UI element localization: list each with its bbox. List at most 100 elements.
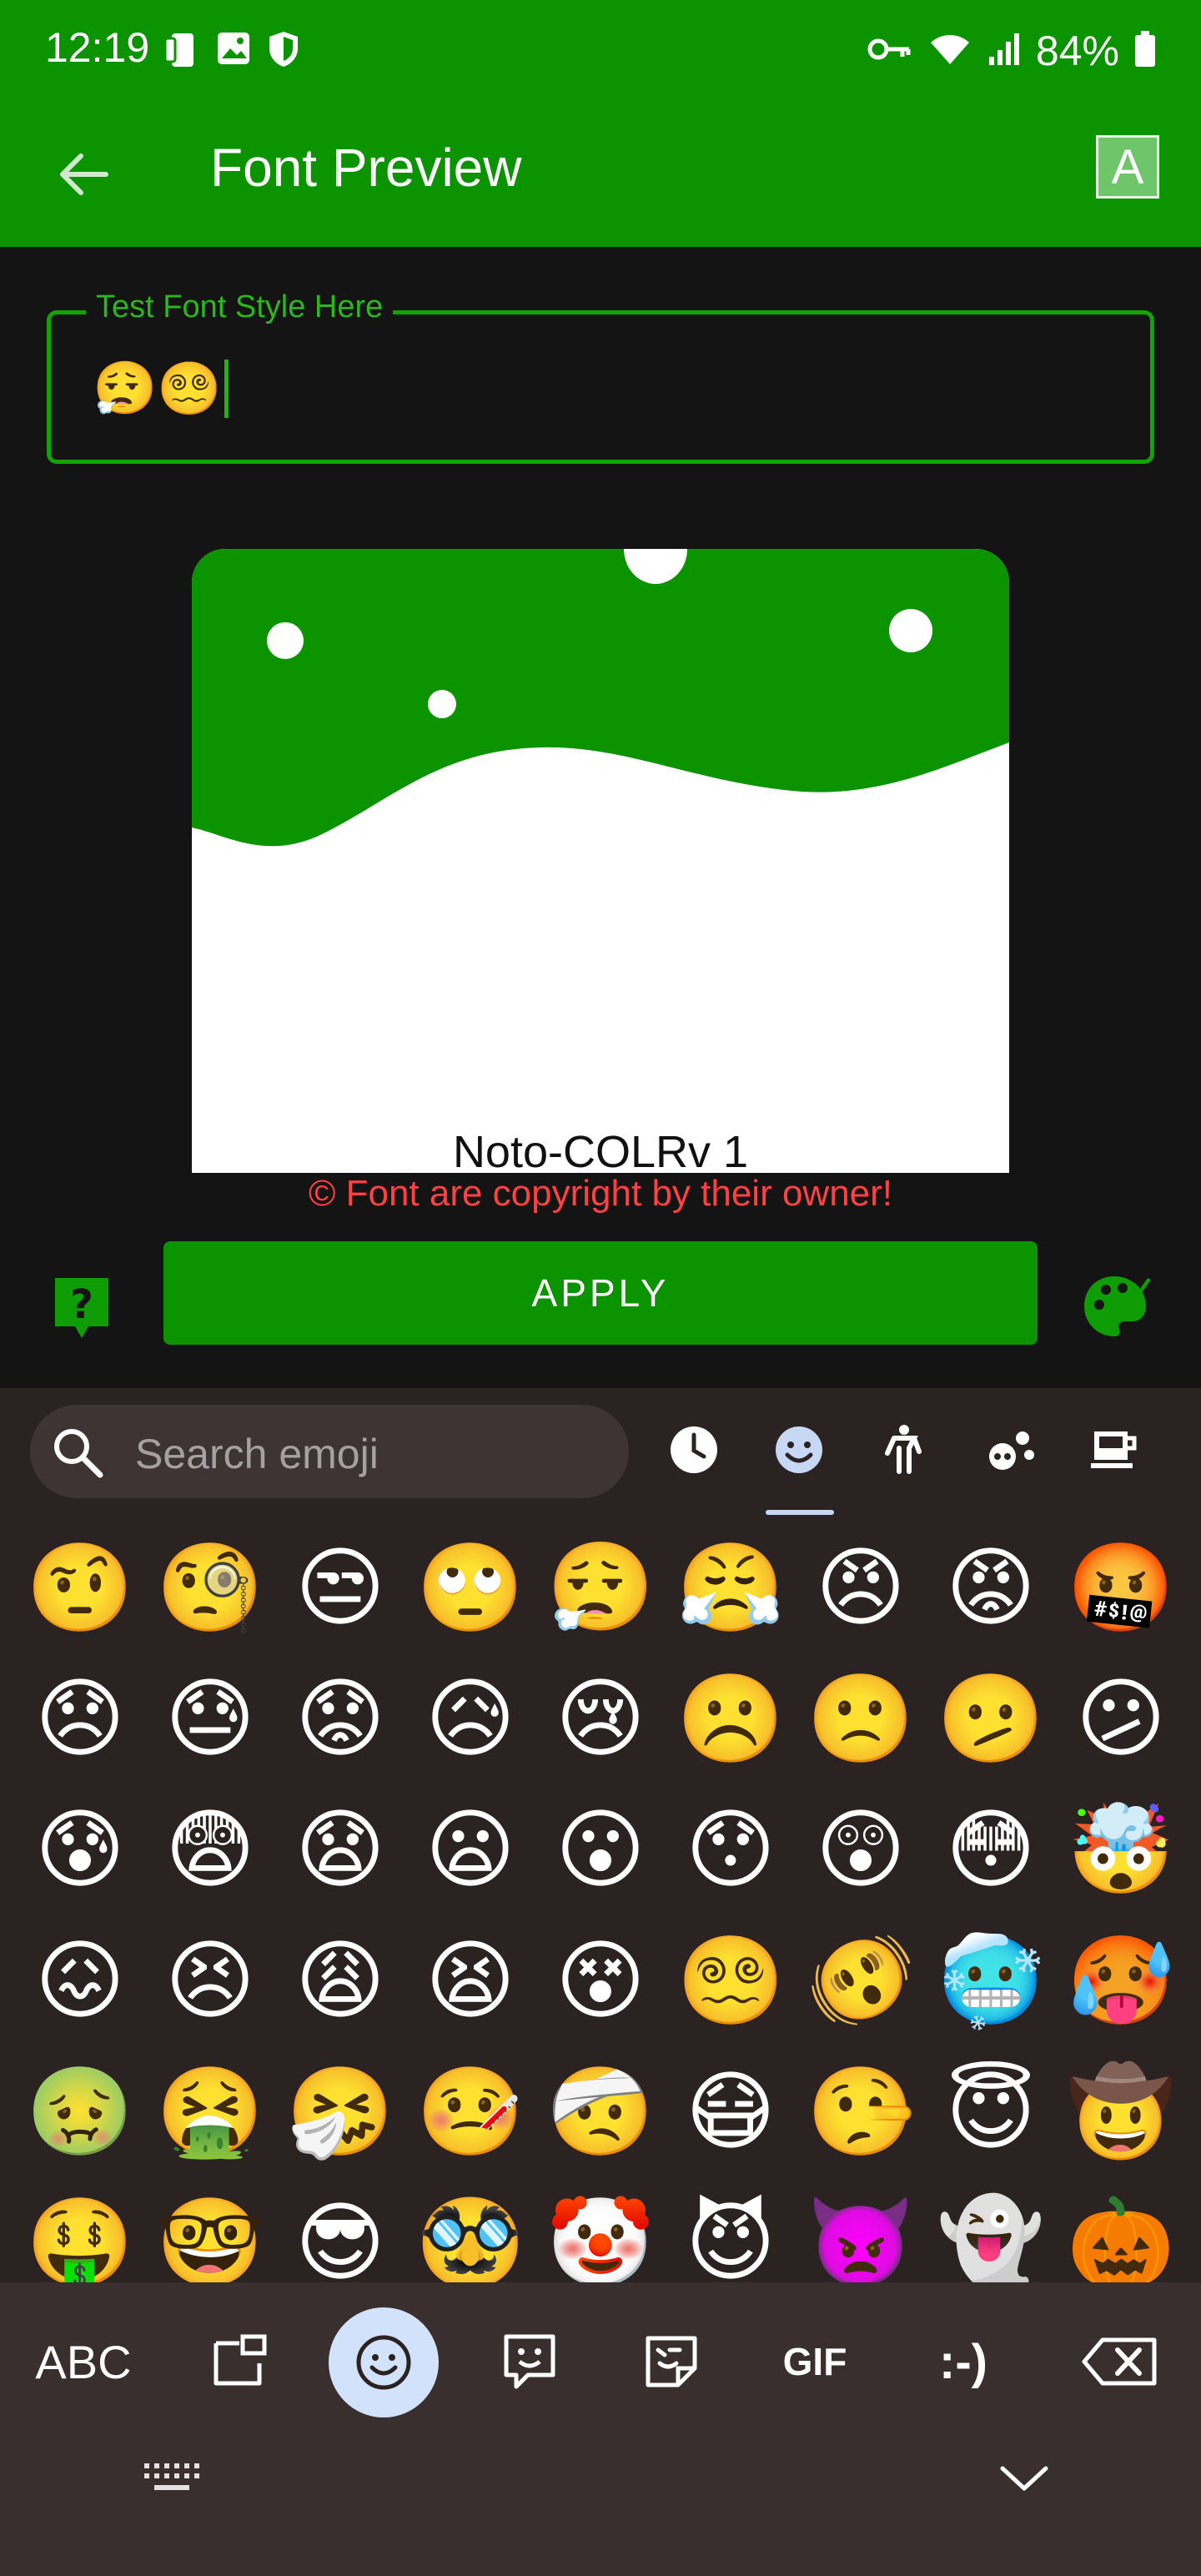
apply-button[interactable]: APPLY: [163, 1241, 1038, 1345]
abc-key[interactable]: ABC: [25, 2316, 142, 2407]
category-people-tab[interactable]: [871, 1416, 937, 1483]
emoji-key[interactable]: 🙄: [405, 1522, 535, 1653]
emoji-keyboard: Search emoji 🤨 🧐 😒 🙄 😮‍💨 😤 😠 😡 🤬 😞 😓 😟 😥 😢 ☹️ 🙁 🫤 😕 😰 😨 😧 😦 😮 😯…: [0, 1388, 1201, 2576]
emoji-key[interactable]: 😢: [535, 1653, 666, 1784]
content-area: Test Font Style Here 😮‍💨😵‍💫 Noto-COLRv 1…: [0, 247, 1201, 1388]
emoji-key[interactable]: 🤠: [1056, 2045, 1186, 2176]
emoji-key[interactable]: 😫: [405, 1914, 535, 2045]
emoji-key[interactable]: 😮: [535, 1784, 666, 1914]
emoji-key[interactable]: 🫤: [926, 1653, 1056, 1784]
emoji-grid: 🤨 🧐 😒 🙄 😮‍💨 😤 😠 😡 🤬 😞 😓 😟 😥 😢 ☹️ 🙁 🫤 😕 😰 😨 😧 😦 😮 😯 😲 😳 🤯 😖 😣 😩 😫 😵 😵‍💫 🫨 🥶…: [0, 1522, 1201, 2307]
category-recent-tab[interactable]: [661, 1416, 727, 1483]
emoji-key[interactable]: 🥶: [926, 1914, 1056, 2045]
clipboard-key[interactable]: [193, 2316, 285, 2407]
smiley-icon: [776, 1426, 822, 1473]
emoji-key[interactable]: 😦: [405, 1784, 535, 1914]
emoticon-key[interactable]: :-): [917, 2316, 1009, 2407]
signal-icon: [987, 32, 1021, 70]
emoji-key[interactable]: 😓: [145, 1653, 275, 1784]
emoji-key[interactable]: 😟: [275, 1653, 405, 1784]
sticker-pack-icon: [646, 2336, 697, 2387]
category-smiley-tab[interactable]: [766, 1416, 832, 1483]
hide-keyboard-key[interactable]: [991, 2449, 1058, 2508]
emoji-key[interactable]: 🤧: [275, 2045, 405, 2176]
test-font-label: Test Font Style Here: [86, 289, 394, 325]
emoji-key[interactable]: 😵: [535, 1914, 666, 2045]
status-bar: 12:19 84%: [0, 0, 1201, 103]
emoji-key[interactable]: 🙁: [796, 1653, 926, 1784]
sticker-key[interactable]: [484, 2316, 575, 2407]
preview-wave-illustration: [192, 549, 1009, 847]
emoji-key[interactable]: 😥: [405, 1653, 535, 1784]
sticker-pack-key[interactable]: [626, 2316, 717, 2407]
copyright-notice: © Font are copyright by their owner!: [308, 1173, 893, 1214]
emoji-key[interactable]: 😳: [926, 1784, 1056, 1914]
people-icon: [885, 1425, 922, 1474]
emoji-key[interactable]: 😞: [15, 1653, 145, 1784]
vpn-key-icon: [867, 37, 912, 65]
emoji-key[interactable]: 😠: [796, 1522, 926, 1653]
status-icons-left: [163, 30, 300, 73]
category-food-tab[interactable]: [1081, 1416, 1148, 1483]
status-time: 12:19: [45, 24, 150, 71]
keyboard-switch-key[interactable]: [138, 2449, 205, 2508]
text-caret: [224, 360, 229, 418]
emoji-key[interactable]: 😨: [145, 1784, 275, 1914]
shield-icon: [267, 30, 300, 73]
emoji-key[interactable]: 🤢: [15, 2045, 145, 2176]
help-button[interactable]: ?: [52, 1275, 112, 1341]
emoji-search-placeholder: Search emoji: [135, 1431, 379, 1477]
search-icon: [54, 1429, 103, 1478]
gallery-icon: [215, 30, 252, 73]
category-animals-tab[interactable]: [976, 1416, 1043, 1483]
emoji-key[interactable]: 😒: [275, 1522, 405, 1653]
test-font-value-wrap: 😮‍💨😵‍💫: [93, 358, 229, 420]
emoji-key[interactable]: 🤥: [796, 2045, 926, 2176]
chevron-down-icon: [1000, 2466, 1048, 2491]
emoji-key[interactable]: 😕: [1056, 1653, 1186, 1784]
recent-icon: [671, 1426, 717, 1473]
emoji-key[interactable]: 😩: [275, 1914, 405, 2045]
emoji-key[interactable]: 🧐: [145, 1522, 275, 1653]
backspace-key[interactable]: [1071, 2316, 1171, 2407]
emoji-key[interactable]: 😡: [926, 1522, 1056, 1653]
emoji-key[interactable]: [329, 2307, 439, 2418]
emoji-key[interactable]: 🤕: [535, 2045, 666, 2176]
emoji-key[interactable]: 😇: [926, 2045, 1056, 2176]
emoji-key[interactable]: 😯: [666, 1784, 796, 1914]
emoji-key[interactable]: 😮‍💨: [535, 1522, 666, 1653]
gif-key[interactable]: GIF: [769, 2316, 861, 2407]
food-icon: [1091, 1431, 1137, 1468]
emoji-key[interactable]: 🤒: [405, 2045, 535, 2176]
backspace-icon: [1082, 2337, 1157, 2386]
emoji-key[interactable]: 🥵: [1056, 1914, 1186, 2045]
back-button[interactable]: [45, 137, 120, 212]
emoji-key[interactable]: 😧: [275, 1784, 405, 1914]
emoji-key[interactable]: 😤: [666, 1522, 796, 1653]
emoji-key[interactable]: 😷: [666, 2045, 796, 2176]
emoji-key[interactable]: 🤯: [1056, 1784, 1186, 1914]
font-preview-card: Noto-COLRv 1: [192, 549, 1009, 1173]
theme-palette-button[interactable]: [1081, 1273, 1154, 1340]
emoji-key[interactable]: ☹️: [666, 1653, 796, 1784]
battery-icon: [1134, 31, 1156, 71]
battery-percent: 84%: [1035, 28, 1119, 74]
help-icon: ?: [55, 1278, 108, 1338]
emoji-search-input[interactable]: Search emoji: [30, 1405, 629, 1498]
phone-link-icon: [163, 30, 200, 73]
active-category-indicator: [766, 1510, 834, 1515]
emoji-key[interactable]: 🤮: [145, 2045, 275, 2176]
emoji-key[interactable]: 🤬: [1056, 1522, 1186, 1653]
palette-icon: [1084, 1276, 1151, 1336]
emoji-key[interactable]: 🫨: [796, 1914, 926, 2045]
font-letter-button[interactable]: A: [1096, 135, 1159, 199]
emoji-key[interactable]: 🤨: [15, 1522, 145, 1653]
test-font-input[interactable]: Test Font Style Here 😮‍💨😵‍💫: [47, 289, 1154, 464]
arrow-back-icon: [60, 153, 108, 195]
emoji-key[interactable]: 😵‍💫: [666, 1914, 796, 2045]
emoji-key[interactable]: 😰: [15, 1784, 145, 1914]
emoji-key[interactable]: 😣: [145, 1914, 275, 2045]
emoji-key[interactable]: 😲: [796, 1784, 926, 1914]
test-font-value: 😮‍💨😵‍💫: [93, 358, 222, 419]
emoji-key[interactable]: 😖: [15, 1914, 145, 2045]
